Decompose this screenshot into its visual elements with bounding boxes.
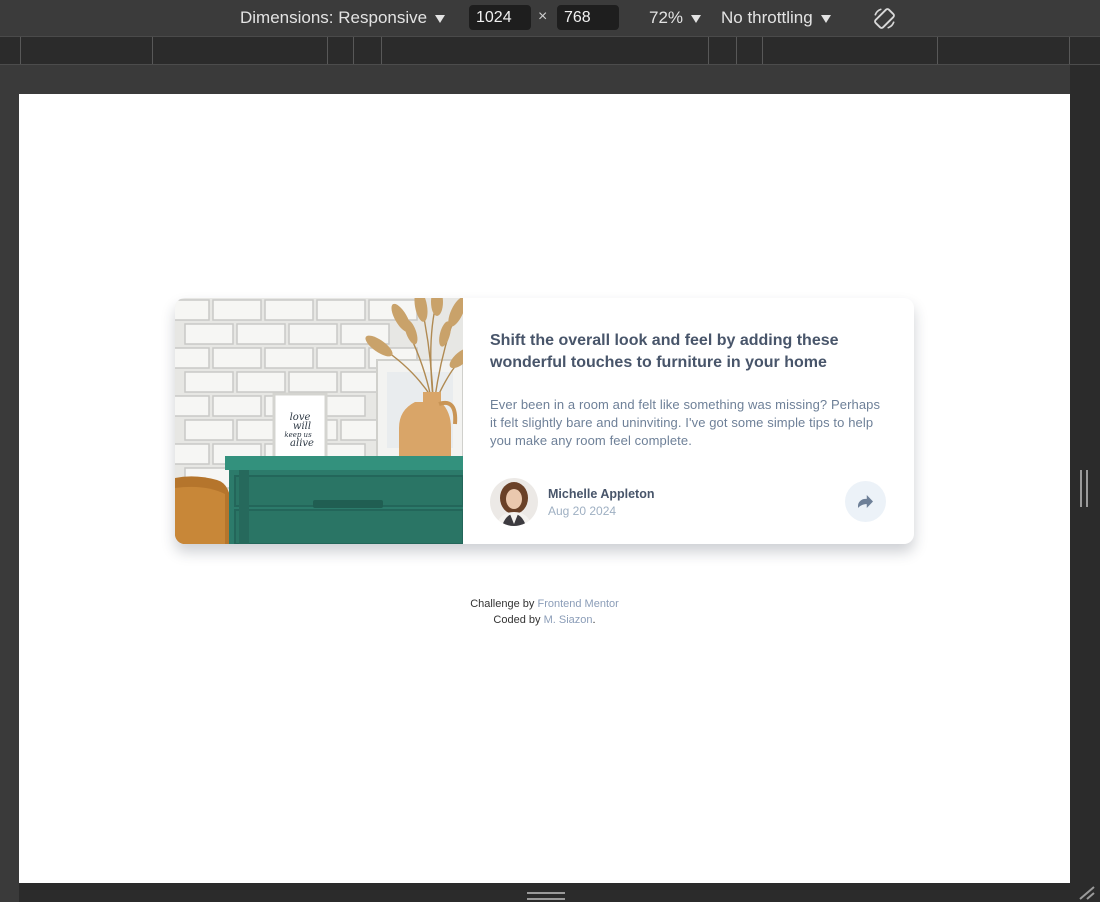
rotate-icon[interactable] [872, 6, 897, 31]
times-symbol: × [538, 8, 548, 25]
caret-down-icon [820, 15, 831, 23]
attribution: Challenge by Frontend Mentor Coded by M.… [19, 596, 1070, 628]
resize-handle-icon[interactable] [1080, 470, 1088, 507]
article-title[interactable]: Shift the overall look and feel by addin… [490, 330, 888, 374]
dimensions-dropdown[interactable]: Dimensions: Responsive [240, 8, 446, 28]
resize-handle-icon[interactable] [527, 892, 565, 900]
media-query-segment[interactable] [736, 37, 737, 64]
media-query-segment[interactable] [20, 37, 21, 64]
throttling-dropdown[interactable]: No throttling [721, 8, 831, 28]
caret-down-icon [691, 15, 702, 23]
article-excerpt: Ever been in a room and felt like someth… [490, 397, 881, 448]
media-query-segment[interactable] [937, 37, 938, 64]
caret-down-icon [435, 15, 446, 23]
media-query-segment[interactable] [353, 37, 354, 64]
page-viewport: love will keep us alive Shift the overal… [19, 94, 1070, 883]
media-query-segment[interactable] [1069, 37, 1070, 64]
media-query-segment[interactable] [708, 37, 709, 64]
media-query-segment[interactable] [327, 37, 328, 64]
attribution-line: Coded by M. Siazon. [19, 612, 1070, 628]
attribution-line: Challenge by Frontend Mentor [19, 596, 1070, 612]
media-query-segment[interactable] [762, 37, 763, 64]
media-query-segment[interactable] [381, 37, 382, 64]
frontend-mentor-link[interactable]: Frontend Mentor [537, 598, 618, 610]
width-input[interactable] [469, 5, 531, 30]
zoom-dropdown[interactable]: 72% [649, 8, 702, 28]
share-icon [858, 495, 873, 508]
media-query-bar[interactable] [0, 37, 1100, 65]
attribution-suffix: . [592, 614, 596, 626]
drawers-illustration: love will keep us alive [175, 298, 463, 544]
share-button[interactable] [845, 481, 886, 522]
corner-resize-icon[interactable] [1076, 886, 1096, 900]
dimensions-label: Dimensions: Responsive [240, 8, 428, 27]
author-name: Michelle Appleton [548, 486, 655, 501]
zoom-label: 72% [649, 8, 684, 27]
furniture-image: love will keep us alive [175, 298, 463, 544]
devtools-toolbar: Dimensions: Responsive × 72% No throttli… [0, 0, 1100, 37]
attribution-prefix: Challenge by [470, 598, 535, 610]
attribution-prefix: Coded by [493, 614, 541, 626]
author-link[interactable]: M. Siazon [544, 614, 593, 626]
frame-text-line: alive [290, 438, 314, 449]
publish-date: Aug 20 2024 [548, 503, 617, 518]
throttling-label: No throttling [721, 8, 813, 27]
card-body: Shift the overall look and feel by addin… [463, 298, 914, 544]
height-input[interactable] [557, 5, 619, 30]
media-query-segment[interactable] [152, 37, 153, 64]
avatar [490, 478, 538, 526]
article-card: love will keep us alive Shift the overal… [175, 298, 914, 544]
author-block: Michelle Appleton Aug 20 2024 [490, 478, 655, 526]
